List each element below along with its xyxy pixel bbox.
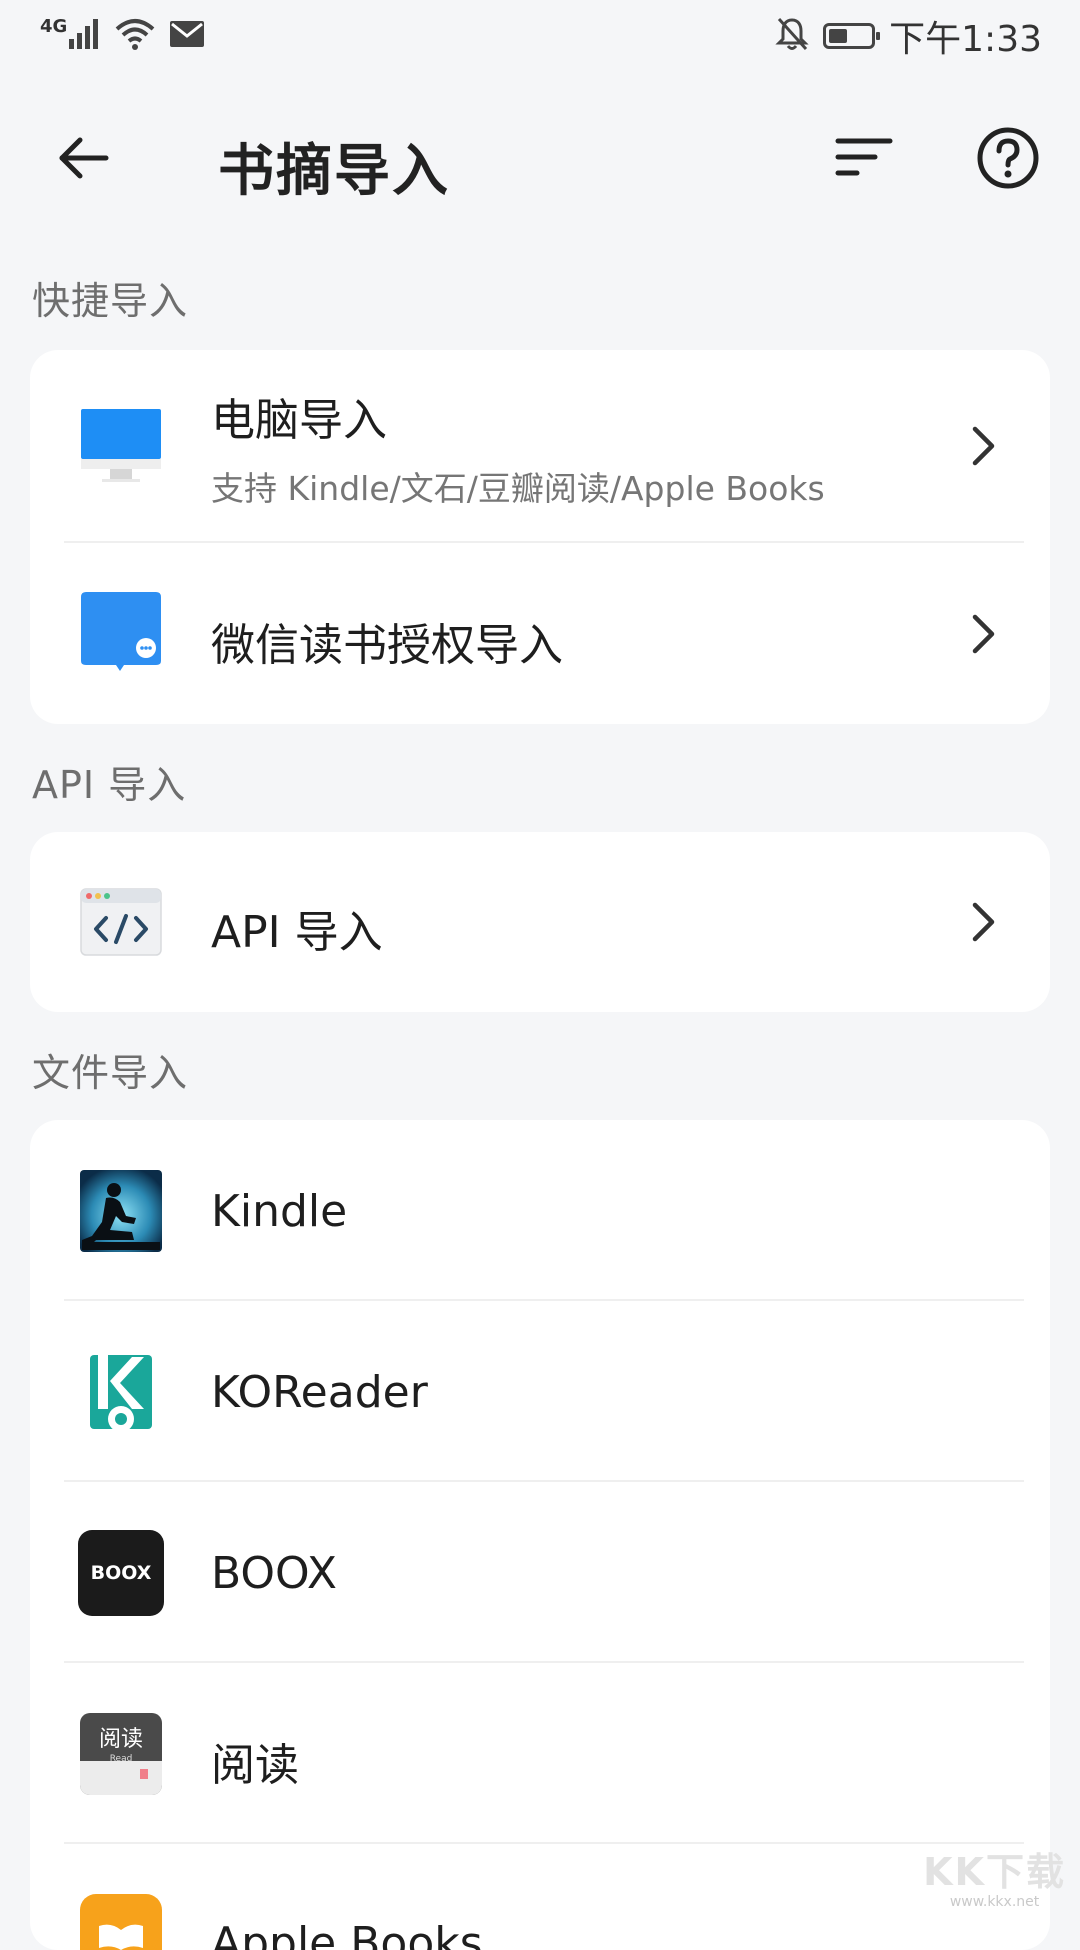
api-import-card: API 导入 bbox=[30, 832, 1050, 1012]
apple-books-icon bbox=[80, 1894, 162, 1950]
chevron-right-icon bbox=[964, 892, 1004, 952]
wechat-read-icon bbox=[80, 591, 162, 673]
bookmark-icon bbox=[140, 1769, 148, 1779]
arrow-left-icon bbox=[56, 130, 112, 190]
yuedu-icon: 阅读 Read bbox=[80, 1713, 162, 1795]
section-title-file-import: 文件导入 bbox=[32, 1051, 189, 1095]
row-subtitle: 支持 Kindle/文石/豆瓣阅读/Apple Books bbox=[211, 469, 825, 508]
quick-import-card: 电脑导入 支持 Kindle/文石/豆瓣阅读/Apple Books 微信读书授… bbox=[30, 350, 1050, 724]
section-title-api-import: API 导入 bbox=[32, 763, 187, 807]
row-title: 电脑导入 bbox=[211, 395, 387, 446]
yuedu-logo-text: 阅读 bbox=[98, 1727, 143, 1752]
code-window-icon bbox=[80, 882, 162, 964]
computer-icon bbox=[80, 403, 162, 485]
list-item-yuedu[interactable]: 阅读 Read 阅读 bbox=[30, 1663, 1050, 1844]
help-button[interactable] bbox=[948, 100, 1068, 220]
section-title-quick-import: 快捷导入 bbox=[32, 279, 189, 323]
boox-icon: BOOX bbox=[78, 1530, 164, 1616]
row-title: API 导入 bbox=[211, 907, 383, 958]
row-title: Kindle bbox=[211, 1186, 348, 1237]
row-title: 阅读 bbox=[211, 1740, 299, 1791]
watermark-sub: www.kkx.net bbox=[949, 1894, 1040, 1910]
list-item-api-import[interactable]: API 导入 bbox=[30, 832, 1050, 1012]
status-time: 下午1:33 bbox=[889, 19, 1042, 60]
chevron-right-icon bbox=[964, 604, 1004, 664]
sort-button[interactable] bbox=[804, 100, 924, 220]
list-item-boox[interactable]: BOOX BOOX bbox=[30, 1482, 1050, 1663]
list-item-apple-books[interactable]: Apple Books bbox=[30, 1844, 1050, 1950]
row-text: KOReader bbox=[211, 1367, 428, 1418]
row-text: BOOX bbox=[211, 1548, 337, 1599]
network-type-label: 4G bbox=[40, 15, 68, 37]
row-text: Apple Books bbox=[211, 1918, 483, 1950]
battery-level-fill bbox=[829, 29, 848, 43]
list-item-kindle[interactable]: Kindle bbox=[30, 1120, 1050, 1301]
app-bar: 书摘导入 bbox=[0, 100, 1080, 220]
koreader-icon bbox=[80, 1351, 162, 1433]
row-title: BOOX bbox=[211, 1548, 338, 1599]
row-text: Kindle bbox=[211, 1186, 347, 1237]
list-item-computer-import[interactable]: 电脑导入 支持 Kindle/文石/豆瓣阅读/Apple Books bbox=[30, 350, 1050, 543]
watermark-main: KK下载 bbox=[923, 1850, 1066, 1894]
status-right: 下午1:33 bbox=[775, 10, 1042, 62]
row-text: API 导入 bbox=[211, 896, 383, 960]
back-button[interactable] bbox=[24, 100, 144, 220]
battery-icon bbox=[823, 23, 881, 49]
row-title: 微信读书授权导入 bbox=[211, 620, 563, 671]
row-text: 电脑导入 支持 Kindle/文石/豆瓣阅读/Apple Books bbox=[211, 384, 825, 510]
help-icon bbox=[976, 126, 1040, 194]
row-title: Apple Books bbox=[211, 1918, 483, 1950]
row-title: KOReader bbox=[211, 1367, 428, 1418]
kindle-icon bbox=[80, 1170, 162, 1252]
watermark: KK下载 www.kkx.net bbox=[923, 1841, 1066, 1910]
silent-bell-icon bbox=[775, 16, 809, 56]
mail-icon bbox=[169, 20, 205, 52]
yuedu-book-base bbox=[80, 1761, 162, 1795]
chevron-right-icon bbox=[964, 416, 1004, 476]
row-text: 微信读书授权导入 bbox=[211, 609, 563, 673]
wifi-icon bbox=[115, 17, 155, 55]
row-text: 阅读 bbox=[211, 1729, 299, 1793]
status-left: 4G bbox=[40, 15, 205, 55]
list-item-wechat-read-import[interactable]: 微信读书授权导入 bbox=[30, 543, 1050, 724]
page-title: 书摘导入 bbox=[218, 139, 450, 204]
signal-icon bbox=[67, 17, 101, 55]
status-bar: 4G 下午1:33 bbox=[0, 0, 1080, 72]
boox-logo-text: BOOX bbox=[90, 1562, 152, 1584]
file-import-card: Kindle KOReader BOOX BOOX 阅读 Read 阅读 App… bbox=[30, 1120, 1050, 1950]
sort-icon bbox=[835, 135, 893, 185]
list-item-koreader[interactable]: KOReader bbox=[30, 1301, 1050, 1482]
